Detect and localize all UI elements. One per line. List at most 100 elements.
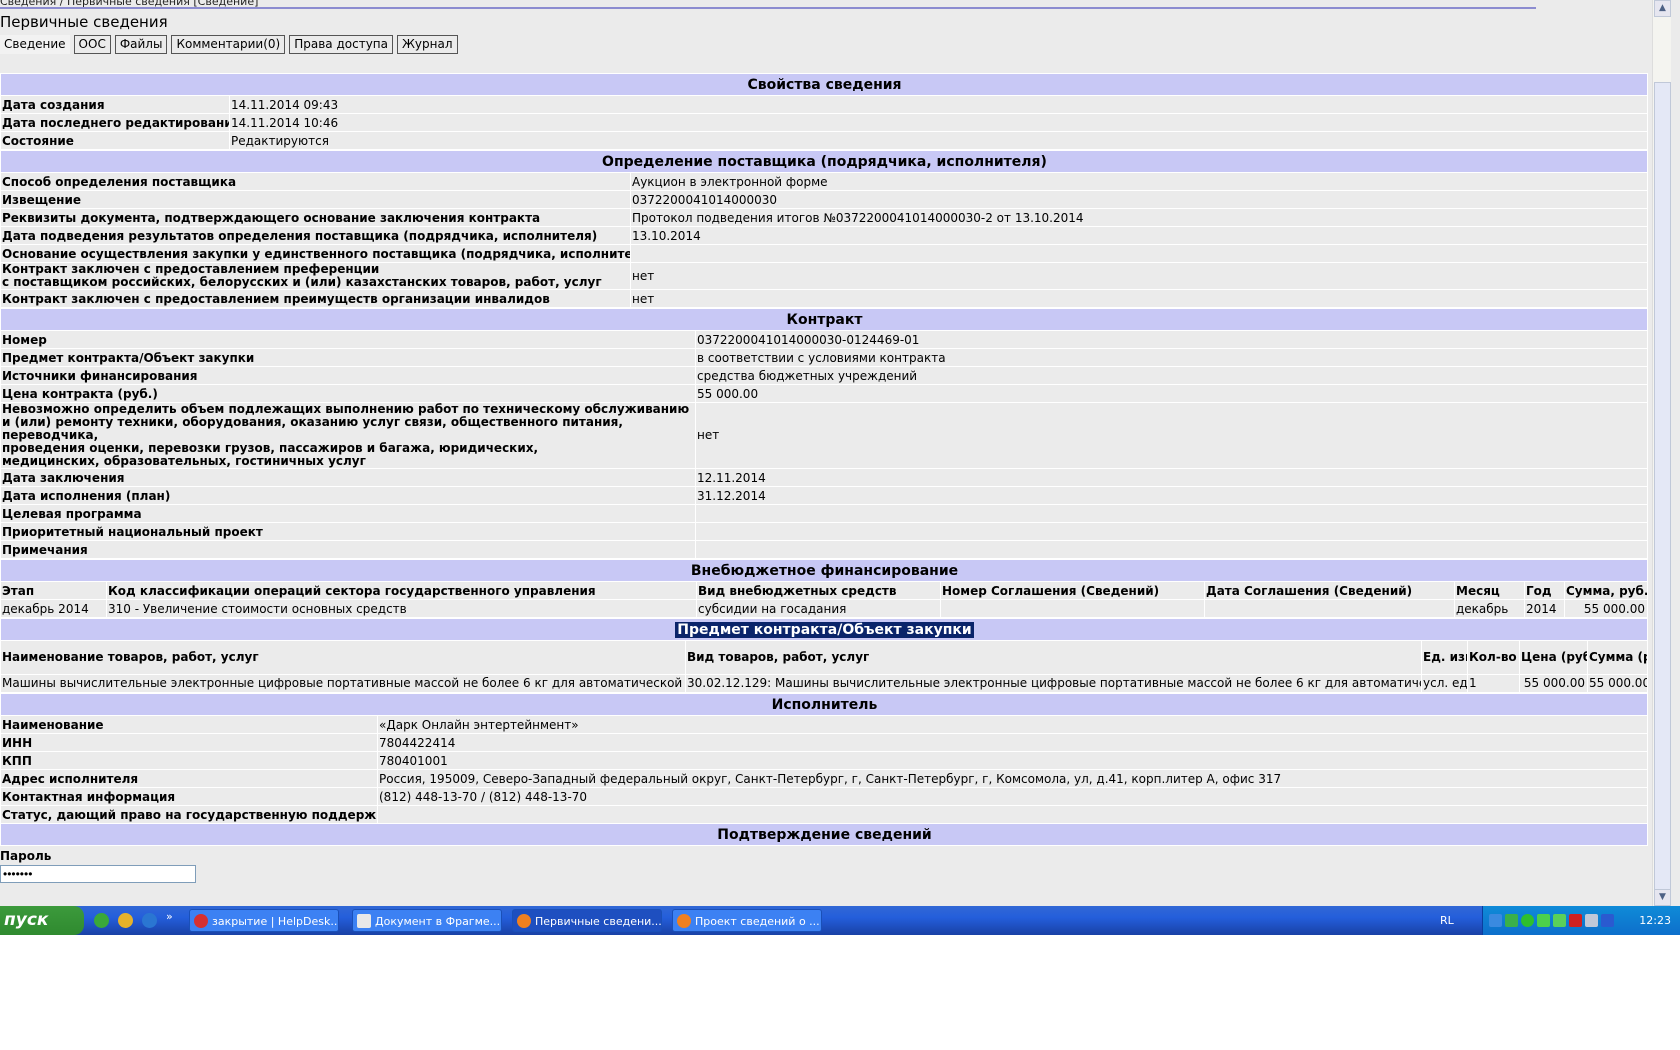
scroll-thumb[interactable]	[1654, 82, 1671, 892]
tab-comments[interactable]: Комментарии(0)	[171, 35, 286, 54]
funding-cell: 2014	[1524, 599, 1565, 618]
contract-value: 0372200041014000030-0124469-01	[695, 330, 1648, 349]
contract-value	[695, 504, 1648, 523]
screen: Сведения / Первичные сведения [Сведение]…	[0, 0, 1680, 935]
supplier-value: 13.10.2014	[630, 226, 1648, 245]
tab-files[interactable]: Файлы	[114, 35, 168, 54]
executor-label: ИНН	[0, 733, 378, 752]
page-title: Первичные сведения	[0, 13, 168, 31]
scroll-down-icon[interactable]: ▼	[1654, 889, 1671, 906]
supplier-heading: Определение поставщика (подрядчика, испо…	[0, 150, 1648, 173]
tray-icon[interactable]	[1521, 914, 1534, 927]
props-table: Свойства сведения Дата создания 14.11.201…	[0, 73, 1648, 150]
subject-table: Предмет контракта/Объект закупки Наимено…	[0, 618, 1648, 693]
password-field[interactable]	[0, 865, 196, 883]
taskbar-button-helpdesk[interactable]: закрытие | HelpDesk...	[189, 909, 339, 932]
taskbar-button-primary[interactable]: Первичные сведени...	[512, 909, 662, 932]
tray-icon[interactable]	[1489, 914, 1502, 927]
funding-col-header: Дата Соглашения (Сведений)	[1204, 581, 1455, 600]
firefox-icon	[677, 914, 691, 928]
subject-cell: 55 000.00	[1587, 674, 1648, 693]
executor-value: (812) 448-13-70 / (812) 448-13-70	[377, 787, 1648, 806]
supplier-label: Извещение	[0, 190, 631, 209]
vertical-scrollbar[interactable]: ▲ ▼	[1652, 0, 1671, 906]
funding-table: Внебюджетное финансирование Этап Код кла…	[0, 559, 1648, 618]
supplier-table: Определение поставщика (подрядчика, испо…	[0, 150, 1648, 308]
volume-icon[interactable]	[1585, 914, 1598, 927]
contract-value: 31.12.2014	[695, 486, 1648, 505]
contract-value: 55 000.00	[695, 384, 1648, 403]
executor-label: Наименование	[0, 715, 378, 734]
more-chevron-icon[interactable]: »	[166, 910, 173, 923]
subject-cell: 30.02.12.129: Машины вычислительные элек…	[685, 674, 1422, 693]
props-label: Дата последнего редактирования	[0, 113, 230, 132]
supplier-value: нет	[630, 289, 1648, 308]
funding-col-header: Вид внебюджетных средств	[696, 581, 941, 600]
subject-cell: усл. ед	[1421, 674, 1468, 693]
funding-cell: декабрь 2014	[0, 599, 107, 618]
contract-value	[695, 540, 1648, 559]
contract-label: Дата исполнения (план)	[0, 486, 696, 505]
funding-col-header: Сумма, руб.	[1564, 581, 1648, 600]
tab-journal[interactable]: Журнал	[397, 35, 458, 54]
supplier-value: Аукцион в электронной форме	[630, 172, 1648, 191]
breadcrumb[interactable]: Сведения / Первичные сведения [Сведение]	[0, 0, 1536, 9]
tab-access-rights[interactable]: Права доступа	[289, 35, 393, 54]
word-icon	[357, 914, 371, 928]
supplier-value: Протокол подведения итогов №037220004101…	[630, 208, 1648, 227]
funding-cell	[1204, 599, 1455, 618]
language-indicator[interactable]: RL	[1440, 906, 1454, 935]
tray-icon[interactable]	[1553, 914, 1566, 927]
funding-cell: 55 000.00	[1564, 599, 1648, 618]
tab-bar: Сведение ООС Файлы Комментарии(0) Права …	[0, 35, 1648, 55]
executor-value: 7804422414	[377, 733, 1648, 752]
funding-cell: субсидии на госадания	[696, 599, 941, 618]
quicklaunch-icon[interactable]	[94, 913, 109, 928]
subject-heading[interactable]: Предмет контракта/Объект закупки	[675, 621, 974, 638]
supplier-label: Дата подведения результатов определения …	[0, 226, 631, 245]
funding-col-header: Месяц	[1454, 581, 1525, 600]
ie-icon[interactable]	[142, 913, 157, 928]
tray-icon[interactable]	[1505, 914, 1518, 927]
contract-table: Контракт Номер 0372200041014000030-012446…	[0, 308, 1648, 559]
subject-col-header: Вид товаров, работ, услуг	[685, 640, 1422, 675]
scroll-up-icon[interactable]: ▲	[1654, 0, 1671, 17]
supplier-label: Основание осуществления закупки у единст…	[0, 244, 631, 263]
executor-value: Россия, 195009, Северо-Западный федераль…	[377, 769, 1648, 788]
start-button[interactable]: пуск	[0, 906, 84, 935]
funding-cell	[940, 599, 1205, 618]
clock[interactable]: 12:23	[1639, 906, 1671, 935]
taskbar-button-project[interactable]: Проект сведений о ...	[672, 909, 822, 932]
page-content: Сведения / Первичные сведения [Сведение]…	[0, 0, 1648, 906]
supplier-value	[630, 244, 1648, 263]
executor-value	[377, 805, 1648, 824]
tray-icon[interactable]	[1537, 914, 1550, 927]
start-label: пуск	[4, 910, 49, 930]
contract-label: Номер	[0, 330, 696, 349]
system-tray: 12:23	[1482, 906, 1680, 935]
props-value: 14.11.2014 10:46	[229, 113, 1648, 132]
executor-label: Статус, дающий право на государственную …	[0, 805, 378, 824]
props-label: Состояние	[0, 131, 230, 150]
taskbar-button-document[interactable]: Документ в Фрагме...	[352, 909, 502, 932]
supplier-label: Реквизиты документа, подтверждающего осн…	[0, 208, 631, 227]
table-row: Машины вычислительные электронные цифров…	[0, 674, 1648, 693]
contract-value: нет	[695, 402, 1648, 469]
supplier-label: Способ определения поставщика	[0, 172, 631, 191]
subject-col-header: Кол-во	[1467, 640, 1520, 675]
contract-label: Источники финансирования	[0, 366, 696, 385]
funding-col-header: Год	[1524, 581, 1565, 600]
tab-oos[interactable]: ООС	[73, 35, 111, 54]
contract-value	[695, 522, 1648, 541]
executor-table: Исполнитель Наименование «Дарк Онлайн энт…	[0, 693, 1648, 846]
props-value: 14.11.2014 09:43	[229, 95, 1648, 114]
kaspersky-icon[interactable]	[1569, 914, 1582, 927]
subject-col-header: Цена (руб.)	[1519, 640, 1588, 675]
tab-svedenie[interactable]: Сведение	[0, 35, 70, 54]
chrome-icon[interactable]	[118, 913, 133, 928]
props-heading: Свойства сведения	[0, 73, 1648, 96]
contract-value: средства бюджетных учреждений	[695, 366, 1648, 385]
contract-value: 12.11.2014	[695, 468, 1648, 487]
funding-col-header: Код классификации операций сектора госуд…	[106, 581, 697, 600]
network-icon[interactable]	[1601, 914, 1614, 927]
